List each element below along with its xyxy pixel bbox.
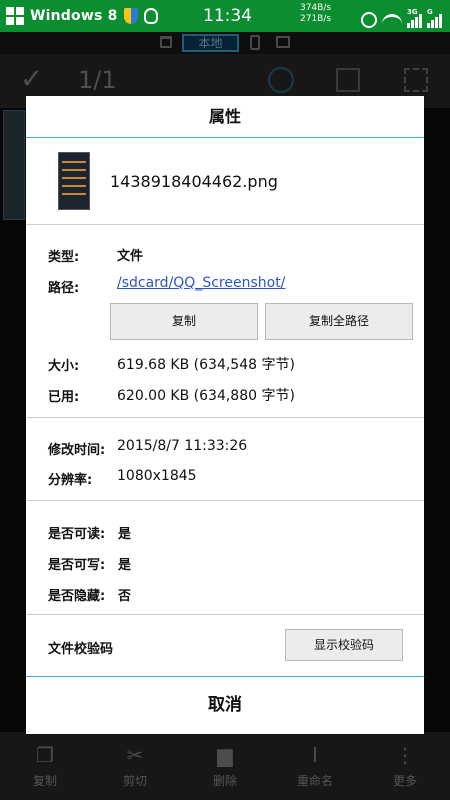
qq-icon (143, 8, 158, 24)
type-value: 文件 (117, 249, 144, 264)
checksum-label: 文件校验码 (48, 642, 114, 657)
properties-dialog: 属性 1438918404462.png 类型: 文件 路径: /sdcard/… (26, 96, 424, 734)
size-label: 大小: (48, 359, 80, 374)
network-speed: 374B/s 271B/s (300, 3, 331, 25)
copy-button[interactable]: 复制 (110, 303, 258, 340)
clock: 11:34 (203, 6, 252, 26)
signal-g-icon: G (427, 8, 442, 28)
path-label: 路径: (48, 281, 80, 296)
section-details: 修改时间: 2015/8/7 11:33:26 分辨率: 1080x1845 (26, 418, 424, 501)
copy-full-path-button[interactable]: 复制全路径 (265, 303, 413, 340)
writable-label: 是否可写: (48, 558, 106, 573)
status-icons: 3G G (361, 4, 442, 28)
speed-up: 374B/s (300, 3, 332, 13)
resolution-label: 分辨率: (48, 473, 93, 488)
section-checksum: 文件校验码 显示校验码 (26, 615, 424, 677)
used-label: 已用: (48, 390, 80, 405)
cancel-button[interactable]: 取消 (26, 677, 424, 733)
section-permissions: 是否可读: 是 是否可写: 是 是否隐藏: 否 (26, 501, 424, 615)
readable-value: 是 (118, 527, 132, 542)
network-3g-label: 3G (407, 8, 418, 16)
speed-down: 271B/s (300, 14, 332, 24)
status-bar-left: Windows 8 (0, 7, 190, 25)
signal-3g-icon: 3G (407, 8, 422, 28)
size-value: 619.68 KB (634,548 字节) (117, 357, 295, 373)
path-link[interactable]: /sdcard/QQ_Screenshot/ (117, 275, 285, 291)
section-basic-info: 类型: 文件 路径: /sdcard/QQ_Screenshot/ 复制 复制全… (26, 225, 424, 418)
file-header: 1438918404462.png (26, 138, 424, 225)
modified-label: 修改时间: (48, 443, 106, 458)
windows-logo-icon (6, 7, 24, 25)
wifi-icon (382, 14, 402, 28)
type-label: 类型: (48, 250, 80, 265)
alarm-icon (361, 12, 377, 28)
dialog-title: 属性 (26, 96, 424, 138)
file-name: 1438918404462.png (110, 172, 278, 191)
show-checksum-button[interactable]: 显示校验码 (285, 629, 403, 661)
network-g-label: G (427, 8, 433, 16)
modified-value: 2015/8/7 11:33:26 (117, 438, 248, 454)
writable-value: 是 (118, 558, 132, 573)
resolution-value: 1080x1845 (117, 468, 197, 484)
shield-icon (123, 8, 138, 24)
hidden-value: 否 (118, 589, 132, 604)
used-value: 620.00 KB (634,880 字节) (117, 388, 295, 404)
readable-label: 是否可读: (48, 527, 106, 542)
file-thumbnail (58, 152, 90, 210)
status-bar: Windows 8 11:34 374B/s 271B/s 3G G (0, 0, 450, 32)
hidden-label: 是否隐藏: (48, 589, 106, 604)
os-label: Windows 8 (30, 8, 118, 24)
